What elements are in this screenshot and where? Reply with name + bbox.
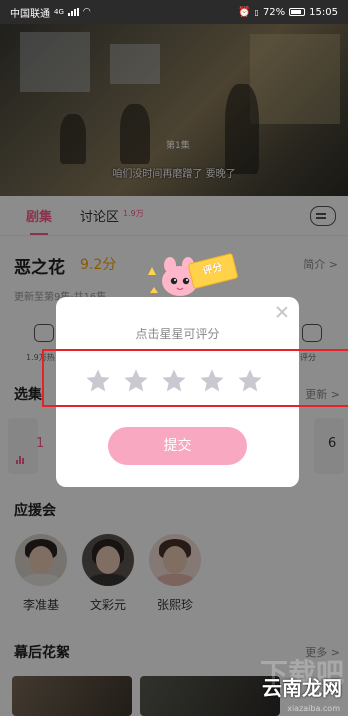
highlight-annotation (42, 349, 348, 407)
wifi-icon: ◠ (82, 7, 91, 17)
rating-prompt: 点击星星可评分 (135, 327, 220, 341)
carrier-label: 中国联通 (10, 8, 50, 20)
alarm-icon: ⏰ (238, 6, 251, 18)
watermark-url: xiazaiba.com (287, 704, 340, 713)
vibrate-icon: ▯ (254, 7, 259, 17)
signal-icon (67, 8, 79, 16)
submit-button[interactable]: 提交 (108, 427, 247, 465)
battery-percent: 72% (262, 6, 286, 18)
battery-icon (289, 8, 306, 16)
watermark-brand: 云南龙网 (262, 676, 342, 700)
close-icon[interactable] (275, 305, 289, 319)
clock: 15:05 (309, 6, 338, 18)
status-bar: 中国联通 4G ◠ ⏰ ▯ 72% 15:05 (0, 0, 348, 24)
network-label: 4G (54, 8, 64, 16)
